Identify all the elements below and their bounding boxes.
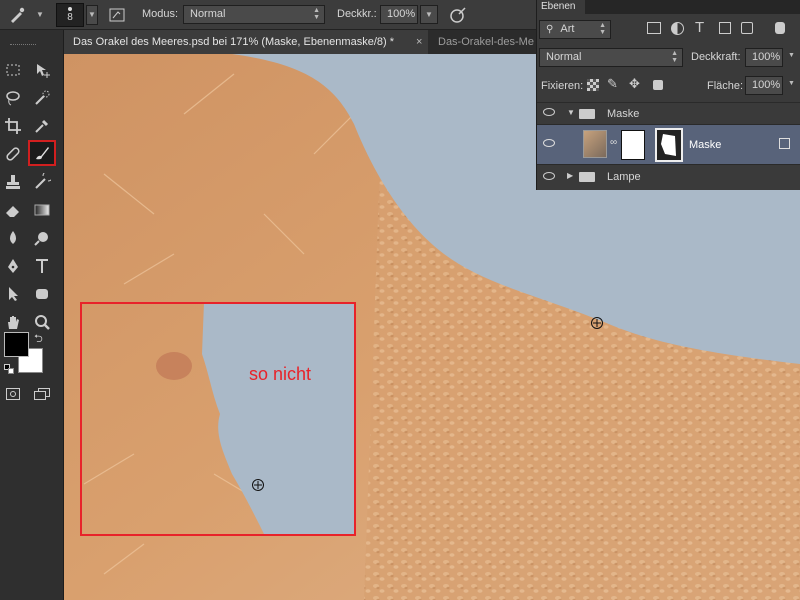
gradient-tool-icon[interactable] [29,198,55,222]
layer-name: Maske [689,139,722,151]
default-colors-icon[interactable] [4,364,14,374]
layer-filter-select[interactable]: ⚲ Art ▲ ▼ [539,20,611,39]
crop-tool-icon[interactable] [0,114,26,138]
move-tool-icon[interactable] [29,58,55,82]
tab-label: Das-Orakel-des-Me [438,36,534,48]
tab-document-second[interactable]: Das-Orakel-des-Me [428,30,536,54]
folder-icon [579,172,595,182]
eye-icon[interactable] [543,108,555,116]
annotation-box [80,302,356,536]
type-tool-icon[interactable] [29,254,55,278]
quick-mask-icon[interactable] [6,388,20,400]
close-icon[interactable]: × [416,30,428,54]
shape-tool-icon[interactable] [29,282,55,306]
layer-row-group-lampe[interactable]: ▶ Lampe [537,164,800,188]
screen-mode-icon[interactable] [34,388,50,400]
layer-mask-thumbnail[interactable] [621,130,645,160]
brush-size-value: 8 [67,12,73,23]
vector-mask-thumbnail[interactable] [655,128,683,162]
filter-shape-icon[interactable] [719,22,731,34]
layer-fill-input[interactable]: 100% [745,76,783,95]
brush-cursor-icon [590,316,604,333]
brush-tool-preset-icon[interactable] [8,6,26,27]
document-tab-bar: Das Orakel des Meeres.psd bei 171% (Mask… [64,30,536,54]
lock-label: Fixieren: [541,80,584,92]
chevron-down-icon[interactable]: ▼ [36,10,44,19]
path-selection-tool-icon[interactable] [0,282,26,306]
blend-mode-select[interactable]: Normal ▲ ▼ [539,48,683,67]
eye-icon[interactable] [543,172,555,180]
opacity-dropdown-button[interactable]: ▼ [420,5,438,24]
eraser-tool-icon[interactable] [0,198,26,222]
opacity-label: Deckkr.: [337,8,377,20]
layer-name: Lampe [607,171,641,183]
filter-smartobject-icon[interactable] [741,22,753,34]
lasso-tool-icon[interactable] [0,86,26,110]
history-brush-tool-icon[interactable] [29,170,55,194]
fill-label: Fläche: [707,80,744,92]
hand-tool-icon[interactable] [0,310,26,334]
opacity-label: Deckkraft: [691,51,741,63]
lock-position-icon[interactable]: ✥ [629,76,640,92]
tab-document-active[interactable]: Das Orakel des Meeres.psd bei 171% (Mask… [64,30,428,54]
folder-icon [579,109,595,119]
toolbox-grip[interactable] [10,44,36,47]
opacity-input[interactable]: 100% [380,5,418,24]
toolbox: ⮌ [0,30,64,600]
link-icon[interactable]: ∞ [610,137,617,148]
layer-row-maske-selected[interactable]: ∞ Maske [537,124,800,164]
brush-panel-icon[interactable] [108,6,126,27]
chevron-down-icon[interactable]: ▼ [788,80,795,87]
marquee-tool-icon[interactable] [0,58,26,82]
layers-panel: Ebenen ⚲ Art ▲ ▼ T Normal ▲ ▼ Deckkraft: 10… [536,0,800,190]
tab-label: Das Orakel des Meeres.psd bei 171% (Mask… [73,36,394,48]
dodge-tool-icon[interactable] [29,226,55,250]
filter-toggle[interactable] [775,22,785,34]
filter-type-icon[interactable]: T [695,19,704,36]
layer-row-group-maske[interactable]: ▼ Maske [537,102,800,124]
tab-layers[interactable]: Ebenen [537,0,585,14]
filter-adjustment-icon[interactable] [671,22,684,35]
quick-selection-tool-icon[interactable] [29,86,55,110]
brush-cursor-icon [251,478,265,495]
chevron-right-icon[interactable]: ▶ [567,171,573,180]
clone-stamp-tool-icon[interactable] [0,170,26,194]
filter-pixel-icon[interactable] [647,22,661,34]
mode-label: Modus: [142,8,179,20]
layer-name: Maske [607,108,640,120]
brush-size-dropdown-button[interactable]: ▼ [86,5,98,25]
mode-select[interactable]: Normal ▲ ▼ [183,5,325,24]
eye-icon[interactable] [543,139,555,147]
brush-tool-icon[interactable] [28,140,56,166]
search-icon: ⚲ [546,24,554,35]
pressure-opacity-icon[interactable] [448,5,468,28]
lock-pixels-icon[interactable]: ✎ [607,76,618,92]
eyedropper-tool-icon[interactable] [29,114,55,138]
chevron-down-icon[interactable]: ▼ [788,52,795,59]
blur-tool-icon[interactable] [0,226,26,250]
lock-transparency-icon[interactable] [587,79,599,91]
panel-tab-bar: Ebenen [537,0,800,14]
foreground-color-swatch[interactable] [4,332,29,357]
healing-brush-tool-icon[interactable] [0,142,26,166]
pen-tool-icon[interactable] [0,254,26,278]
layer-opacity-input[interactable]: 100% [745,48,783,67]
smart-object-icon [779,138,790,149]
annotation-text: so nicht [249,364,312,384]
lock-all-icon[interactable] [653,80,663,90]
swap-colors-icon[interactable]: ⮌ [34,330,43,349]
brush-size-picker[interactable]: 8 [56,3,84,27]
layer-thumbnail[interactable] [583,130,607,158]
chevron-down-icon[interactable]: ▼ [567,108,575,117]
